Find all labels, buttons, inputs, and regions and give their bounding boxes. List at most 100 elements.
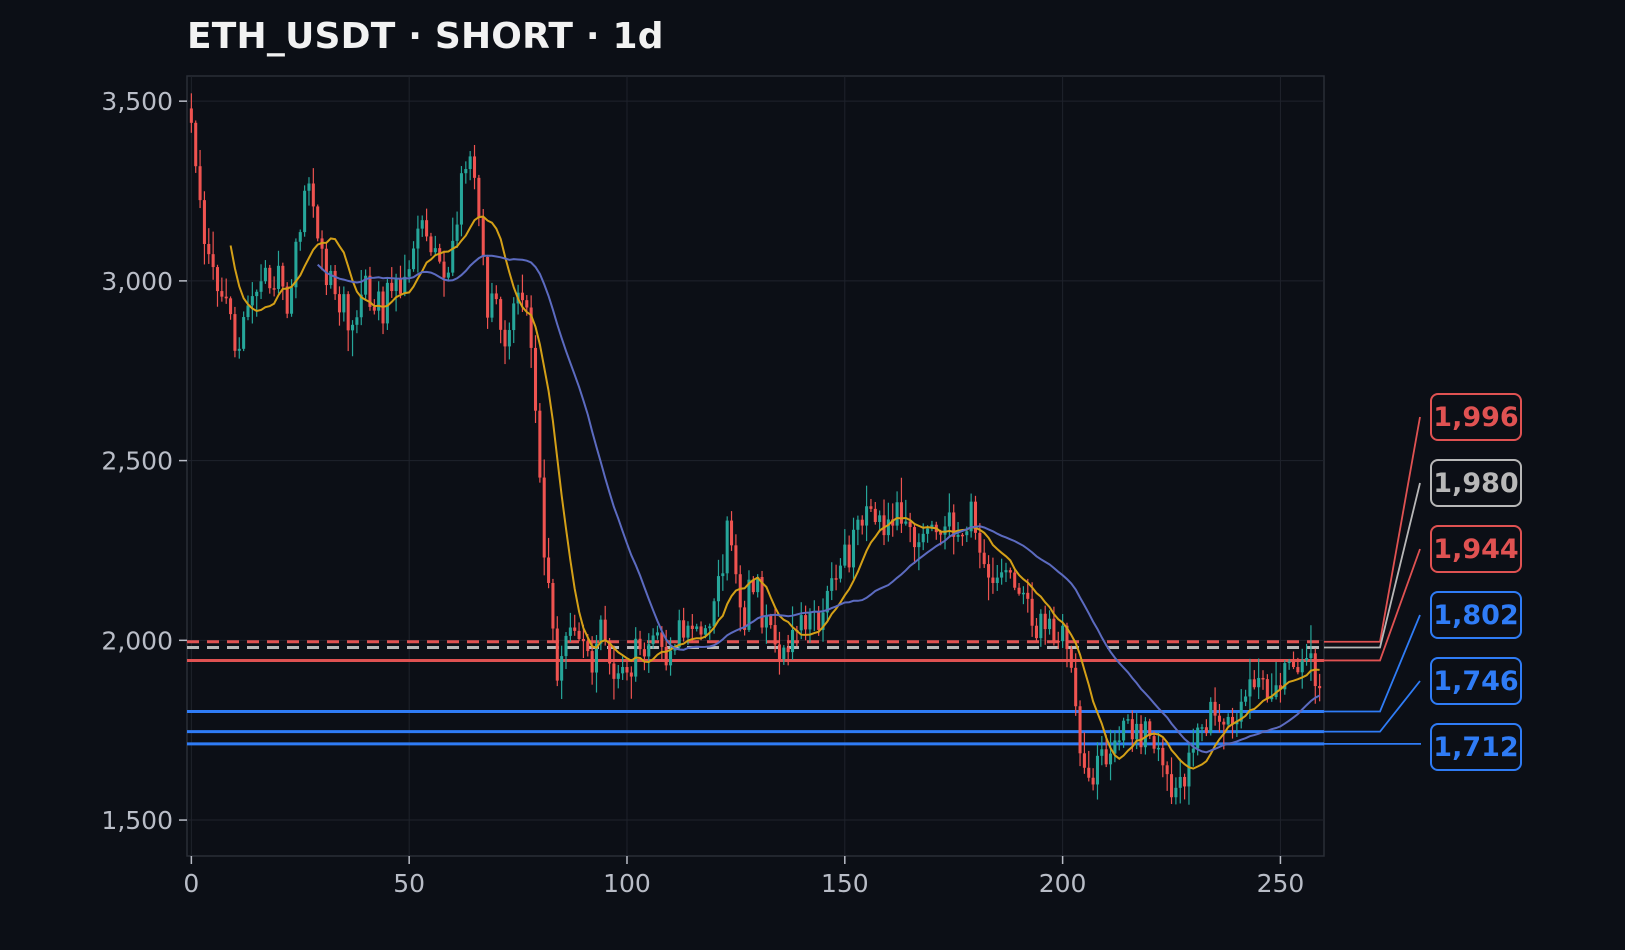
candle-body (873, 508, 877, 522)
candle-body (189, 108, 193, 123)
candle-body (233, 314, 237, 351)
candle-body (777, 644, 781, 659)
candle-body (202, 200, 206, 244)
candle-body (1139, 723, 1143, 748)
candle-body (342, 294, 346, 313)
candle-body (1226, 716, 1230, 725)
candle-body (1008, 570, 1012, 573)
candle-body (625, 667, 629, 673)
candle-body (337, 294, 341, 313)
candle-body (1291, 661, 1296, 668)
candle-body (333, 270, 337, 295)
candle-body (804, 615, 808, 630)
candle-body (1087, 767, 1091, 778)
candle-body (987, 564, 991, 578)
candle-body (451, 240, 455, 273)
candle-body (1117, 740, 1121, 742)
candle-body (390, 282, 394, 292)
candle-body (769, 615, 773, 626)
candle-body (838, 565, 842, 579)
candle-body (638, 638, 642, 650)
candle-body (433, 248, 437, 253)
candle-body (1100, 749, 1104, 756)
candle-body (246, 305, 250, 318)
candle-body (250, 296, 254, 306)
candle-body (708, 626, 712, 629)
candle-body (490, 293, 494, 318)
candle-body (1156, 747, 1160, 750)
x-tick-label: 200 (1039, 869, 1087, 898)
candle-body (603, 619, 607, 641)
candle-body (586, 641, 590, 652)
candle-body (307, 183, 311, 191)
price-level-label: 1,944 (1433, 534, 1518, 565)
candle-body (547, 557, 551, 583)
candle-body (834, 578, 838, 580)
candle-body (346, 294, 350, 331)
candle-body (472, 156, 477, 178)
price-level-label: 1,712 (1433, 732, 1518, 763)
candle-body (303, 190, 307, 233)
candle-body (1252, 679, 1256, 688)
candle (725, 516, 729, 581)
candle-body (520, 292, 524, 301)
candle-body (995, 577, 999, 584)
candle-body (912, 527, 917, 548)
candle-body (947, 512, 951, 527)
candle-body (1095, 755, 1099, 785)
candle-body (533, 347, 538, 411)
y-tick-label: 1,500 (101, 806, 173, 835)
candle-body (860, 519, 864, 526)
candle-body (847, 544, 851, 568)
candle-body (695, 626, 699, 629)
candle-body (1213, 701, 1217, 716)
candle-body (721, 573, 725, 577)
candle-body (316, 206, 320, 239)
candle-body (568, 627, 572, 636)
candle-body (1135, 723, 1139, 740)
candle-body (560, 656, 564, 681)
price-level-label: 1,802 (1433, 600, 1518, 631)
candle-body (895, 502, 899, 526)
candle-body (1034, 625, 1039, 639)
candle-body (956, 534, 960, 537)
candle-body (398, 277, 402, 294)
candle-body (1030, 598, 1034, 626)
candle-body (329, 270, 333, 286)
candle-body (464, 169, 468, 174)
candle-body (1017, 587, 1021, 594)
price-level-connector (1324, 482, 1421, 649)
candle-body (1161, 747, 1165, 766)
candle (385, 276, 389, 330)
candle-body (690, 625, 694, 629)
candle-body (377, 291, 381, 311)
candle-body (1126, 719, 1130, 721)
candle-body (669, 650, 673, 666)
candle-body (1165, 765, 1169, 775)
candle-body (564, 635, 568, 657)
candle-body (677, 620, 681, 648)
candle-body (1265, 679, 1269, 700)
candle-body (1152, 736, 1156, 749)
candle-body (703, 628, 707, 635)
x-tick-label: 100 (603, 869, 651, 898)
candle-body (486, 256, 490, 318)
candle-body (1300, 660, 1304, 673)
candle-body (1078, 706, 1082, 754)
candle-body (272, 288, 276, 290)
candle-body (699, 626, 703, 635)
price-level-connector (1324, 614, 1421, 713)
candle-body (664, 646, 668, 666)
candle-body (538, 410, 542, 478)
candle-body (786, 647, 790, 653)
candle-body (455, 224, 459, 241)
candle-body (878, 515, 882, 522)
candle-body (229, 298, 233, 315)
candle-body (385, 282, 389, 324)
candle-body (577, 630, 581, 639)
candle-body (921, 533, 925, 543)
candle-body (1104, 749, 1108, 765)
candle-body (1048, 618, 1052, 630)
candle-body (978, 532, 982, 553)
candle-body (1074, 667, 1078, 707)
